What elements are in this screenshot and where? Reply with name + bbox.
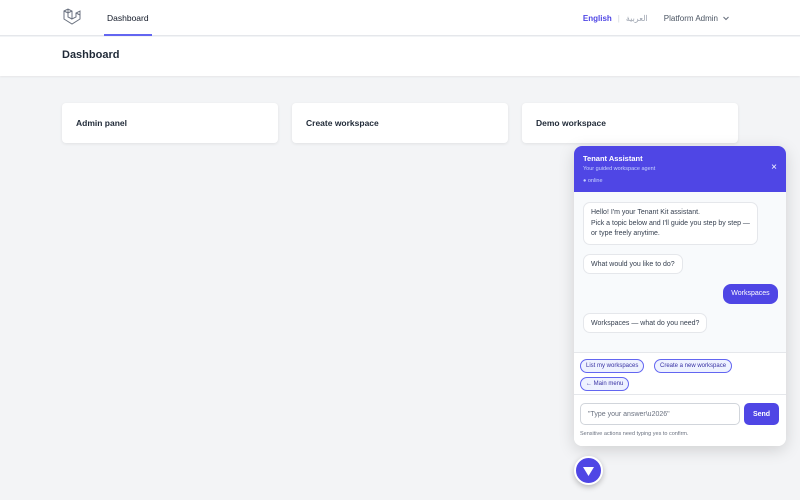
bot-message: Workspaces — what do you need? — [583, 313, 708, 333]
chip-create-workspace[interactable]: Create a new workspace — [654, 359, 733, 373]
laravel-logo-icon[interactable] — [62, 8, 82, 28]
chat-footer: Send Sensitive actions need typing yes t… — [574, 394, 786, 446]
nav-dashboard-link[interactable]: Dashboard — [104, 0, 152, 36]
bot-message: What would you like to do? — [583, 254, 683, 274]
quick-reply-chips: List my workspaces Create a new workspac… — [574, 352, 786, 394]
chat-title: Tenant Assistant — [583, 154, 643, 163]
chat-subtitle: Your guided workspace agent — [583, 166, 656, 172]
chat-widget: Tenant Assistant Your guided workspace a… — [574, 146, 786, 446]
chat-input[interactable] — [580, 403, 740, 425]
bot-message: Hello! I'm your Tenant Kit assistant. Pi… — [583, 202, 758, 245]
user-name: Platform Admin — [663, 13, 718, 23]
demo-workspace-card[interactable]: Demo workspace — [522, 103, 738, 143]
page-header: Dashboard — [0, 37, 800, 76]
page-title: Dashboard — [62, 49, 120, 61]
lang-arabic-link[interactable]: العربية — [626, 14, 648, 23]
card-label: Demo workspace — [536, 118, 606, 128]
chip-list-workspaces[interactable]: List my workspaces — [580, 359, 645, 373]
chat-toggle-button[interactable] — [574, 456, 603, 485]
chip-main-menu[interactable]: ← Main menu — [580, 377, 630, 391]
nav-dashboard-label: Dashboard — [107, 13, 149, 23]
card-label: Create workspace — [306, 118, 379, 128]
chat-messages[interactable]: Hello! I'm your Tenant Kit assistant. Pi… — [574, 192, 786, 352]
active-tab-underline — [104, 34, 152, 36]
top-navbar: Dashboard English | العربية Platform Adm… — [0, 0, 800, 36]
lang-english-link[interactable]: English — [583, 14, 612, 23]
user-menu-dropdown[interactable]: Platform Admin — [664, 14, 730, 23]
card-label: Admin panel — [76, 118, 128, 128]
confirm-note: Sensitive actions need typing yes to con… — [580, 431, 689, 437]
admin-panel-card[interactable]: Admin panel — [62, 103, 278, 143]
chat-status: ● online — [583, 178, 603, 184]
user-message: Workspaces — [723, 284, 778, 304]
triangle-down-icon — [583, 467, 594, 476]
chevron-down-icon — [723, 16, 729, 21]
lang-separator: | — [617, 13, 620, 23]
nav-right-group: English | العربية Platform Admin — [583, 0, 730, 36]
create-workspace-card[interactable]: Create workspace — [292, 103, 508, 143]
close-icon[interactable]: × — [771, 163, 777, 173]
send-button[interactable]: Send — [744, 403, 779, 425]
chat-header: Tenant Assistant Your guided workspace a… — [574, 146, 786, 192]
